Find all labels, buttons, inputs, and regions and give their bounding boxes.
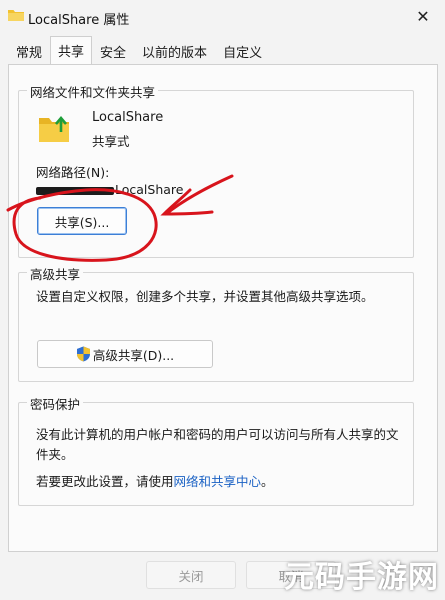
tab-sharing[interactable]: 共享: [50, 36, 93, 64]
advanced-share-button[interactable]: 高级共享(D)...: [37, 340, 213, 368]
group-label: 网络文件和文件夹共享: [27, 82, 159, 101]
uac-shield-icon: [76, 346, 90, 362]
watermark-text: 元码手游网: [284, 560, 439, 595]
share-folder-name: LocalShare: [92, 110, 164, 125]
shared-folder-icon: [39, 115, 69, 142]
change-suffix: 。: [261, 474, 274, 489]
close-icon[interactable]: ✕: [409, 4, 437, 28]
network-path-value: LocalShare: [36, 182, 183, 197]
properties-window: LocalShare 属性 ✕ 常规 共享 安全 以前的版本 自定义 网络文件和…: [0, 0, 445, 600]
redacted-path-mark: [36, 186, 114, 195]
share-button[interactable]: 共享(S)...: [37, 207, 127, 235]
title-bar: LocalShare 属性 ✕: [0, 0, 445, 34]
network-path-text: LocalShare: [115, 182, 184, 197]
password-change-text: 若要更改此设置，请使用网络和共享中心。: [36, 472, 274, 492]
folder-title-icon: [8, 10, 24, 21]
tab-previous-versions[interactable]: 以前的版本: [134, 38, 215, 64]
group-label: 密码保护: [27, 394, 84, 413]
tab-security[interactable]: 安全: [92, 38, 134, 64]
change-prefix: 若要更改此设置，请使用: [36, 474, 174, 489]
window-title: LocalShare 属性: [28, 13, 130, 28]
password-info-line1: 没有此计算机的用户帐户和密码的用户可以访问与所有人共享的文: [36, 427, 399, 442]
advanced-share-button-label: 高级共享(D)...: [92, 347, 175, 363]
password-info-line2: 件夹。: [36, 447, 74, 462]
group-label: 高级共享: [27, 264, 84, 283]
share-status: 共享式: [92, 134, 130, 149]
network-path-label: 网络路径(N):: [36, 165, 110, 180]
tab-customize[interactable]: 自定义: [215, 38, 270, 64]
tab-strip: 常规 共享 安全 以前的版本 自定义: [8, 36, 270, 64]
close-button[interactable]: 关闭: [146, 561, 236, 589]
tab-general[interactable]: 常规: [8, 38, 50, 64]
network-sharing-center-link[interactable]: 网络和共享中心: [174, 474, 262, 489]
advanced-share-description: 设置自定义权限，创建多个共享，并设置其他高级共享选项。: [36, 289, 374, 304]
